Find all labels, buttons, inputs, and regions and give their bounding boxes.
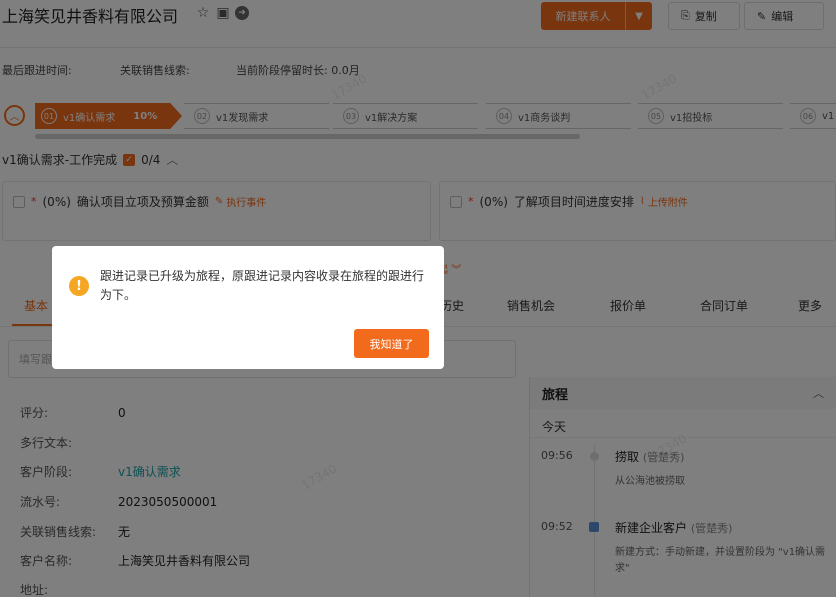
upgrade-notice-dialog: ! 跟进记录已升级为旅程，原跟进记录内容收录在旅程的跟进行为下。 我知道了	[52, 246, 444, 369]
got-it-button[interactable]: 我知道了	[354, 329, 429, 358]
dialog-message: 跟进记录已升级为旅程，原跟进记录内容收录在旅程的跟进行为下。	[100, 269, 425, 302]
warning-icon: !	[69, 276, 89, 296]
